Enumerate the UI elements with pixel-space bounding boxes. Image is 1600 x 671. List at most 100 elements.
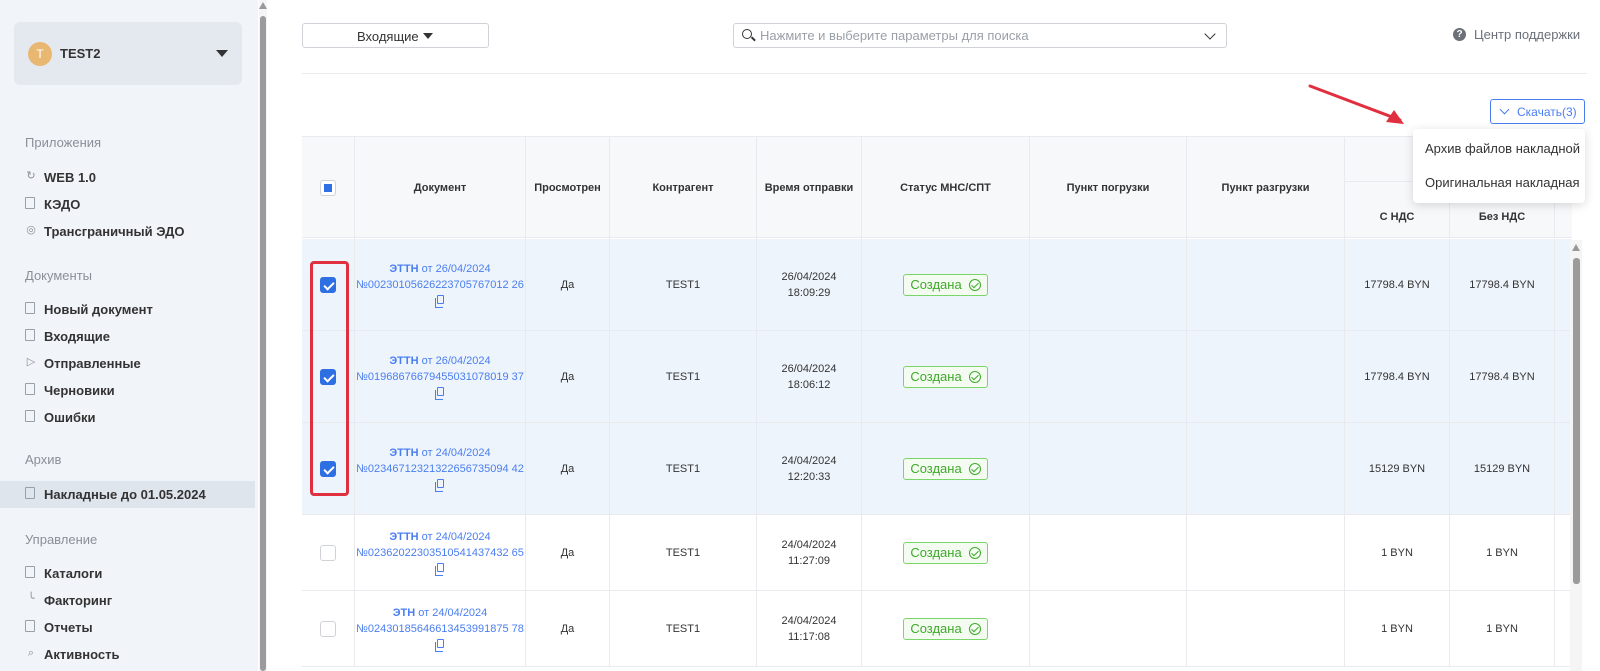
sent-time: 18:09:29 [787, 286, 831, 299]
search-input[interactable] [760, 27, 1180, 44]
sent-time-cell: 24/04/2024 12:20:33 [757, 423, 862, 514]
header-loading-point[interactable]: Пункт погрузки [1030, 137, 1187, 239]
loading-point-cell [1030, 331, 1187, 422]
caret-down-icon[interactable] [216, 50, 228, 57]
scroll-up-arrow-icon[interactable] [259, 2, 267, 9]
sidebar: T TEST2 Приложения ↻ WEB 1.0 КЭДО ◎ Тран… [0, 0, 258, 671]
table-row[interactable]: ЭТТН от 26/04/2024 №019686766794550310780… [302, 331, 1572, 423]
unloading-point-cell [1187, 331, 1345, 422]
sidebar-item-reports[interactable]: Отчеты [0, 614, 255, 641]
sidebar-item-inbox[interactable]: Входящие [0, 323, 255, 350]
download-menu: Архив файлов накладной Оригинальная накл… [1413, 129, 1585, 203]
folder-select[interactable]: Входящие [302, 23, 489, 48]
loading-point-cell [1030, 239, 1187, 330]
sidebar-item-web[interactable]: ↻ WEB 1.0 [0, 164, 255, 191]
document-type-link[interactable]: ЭТН [393, 607, 416, 619]
copy-icon[interactable] [434, 478, 444, 492]
header-status[interactable]: Статус МНС/СПТ [862, 137, 1030, 239]
account-switcher[interactable]: T TEST2 [14, 22, 242, 85]
table-row[interactable]: ЭТН от 24/04/2024 №0243018564661345399187… [302, 591, 1572, 667]
row-checkbox[interactable] [320, 620, 336, 637]
without-vat-cell: 1 BYN [1450, 515, 1555, 590]
document-type-link[interactable]: ЭТТН [389, 355, 418, 367]
help-icon: ? [1453, 28, 1466, 41]
sidebar-item-new-document[interactable]: Новый документ [0, 296, 255, 323]
table-row[interactable]: ЭТТН от 24/04/2024 №023467123213226567350… [302, 423, 1572, 515]
status-cell: Создана [862, 239, 1030, 330]
row-checkbox[interactable] [320, 544, 336, 561]
sidebar-item-archive-invoices[interactable]: Накладные до 01.05.2024 [0, 481, 255, 508]
header-document[interactable]: Документ [355, 137, 526, 239]
document-number-link[interactable]: №02362022303510541437432 65 [356, 547, 524, 559]
document-number-link[interactable]: №01968676679455031078019 37 [356, 371, 524, 383]
table-row[interactable]: ЭТТН от 26/04/2024 №002301056262237057670… [302, 239, 1572, 331]
row-select-cell [302, 591, 355, 666]
with-vat-cell: 17798.4 BYN [1345, 239, 1450, 330]
inbox-icon [25, 329, 35, 341]
document-date: от 26/04/2024 [421, 262, 491, 275]
table-scrollbar-thumb[interactable] [1573, 258, 1580, 584]
document-cell: ЭТТН от 24/04/2024 №023467123213226567350… [355, 423, 526, 514]
select-all-checkbox[interactable] [320, 180, 336, 196]
section-title-documents: Документы [25, 268, 93, 283]
check-circle-icon [968, 370, 981, 383]
menu-item-original-invoice[interactable]: Оригинальная накладная [1425, 175, 1580, 190]
sidebar-item-errors[interactable]: Ошибки [0, 404, 255, 431]
without-vat-cell: 17798.4 BYN [1450, 239, 1555, 330]
document-number-link[interactable]: №02430185646613453991875 78 [356, 623, 524, 635]
scroll-up-arrow-icon[interactable] [1572, 244, 1580, 251]
search-box[interactable] [733, 23, 1227, 48]
without-vat-cell: 1 BYN [1450, 591, 1555, 666]
header-select-all [302, 137, 355, 239]
unloading-point-cell [1187, 591, 1345, 666]
document-number-link[interactable]: №02346712321322656735094 42 [356, 463, 524, 475]
search-icon [742, 29, 752, 39]
header-viewed[interactable]: Просмотрен [526, 137, 610, 239]
sidebar-item-drafts[interactable]: Черновики [0, 377, 255, 404]
sidebar-scrollbar-thumb[interactable] [260, 16, 266, 671]
header-sent-time[interactable]: Время отправки [757, 137, 862, 239]
caret-down-icon [423, 33, 433, 39]
sent-date: 24/04/2024 [781, 454, 837, 467]
viewed-cell: Да [526, 239, 610, 330]
sidebar-item-kedo[interactable]: КЭДО [0, 191, 255, 218]
check-circle-icon [968, 462, 981, 475]
sent-time: 18:06:12 [787, 378, 831, 391]
unloading-point-cell [1187, 239, 1345, 330]
download-button[interactable]: Скачать(3) [1490, 99, 1585, 124]
sidebar-item-factoring[interactable]: ╰ Факторинг [0, 587, 255, 614]
selection-highlight [310, 261, 349, 496]
copy-icon[interactable] [434, 562, 444, 576]
header-counterparty[interactable]: Контрагент [610, 137, 757, 239]
report-icon [25, 620, 35, 632]
sidebar-item-label: Накладные до 01.05.2024 [44, 487, 206, 502]
document-date: от 24/04/2024 [421, 446, 491, 459]
copy-icon[interactable] [434, 386, 444, 400]
sent-time-cell: 26/04/2024 18:09:29 [757, 239, 862, 330]
document-type-link[interactable]: ЭТТН [389, 531, 418, 543]
sidebar-item-crossborder[interactable]: ◎ Трансграничный ЭДО [0, 218, 255, 245]
sent-time: 11:17:08 [787, 630, 830, 643]
error-document-icon [25, 410, 35, 422]
sent-time: 12:20:33 [787, 470, 831, 483]
document-type-link[interactable]: ЭТТН [389, 447, 418, 459]
status-cell: Создана [862, 591, 1030, 666]
menu-item-archive-files[interactable]: Архив файлов накладной [1425, 141, 1580, 156]
status-label: Создана [910, 621, 962, 636]
status-badge: Создана [903, 617, 988, 640]
document-cell: ЭТТН от 26/04/2024 №002301056262237057670… [355, 239, 526, 330]
with-vat-cell: 1 BYN [1345, 591, 1450, 666]
copy-icon[interactable] [434, 638, 444, 652]
document-number-link[interactable]: №00230105626223705767012 26 [356, 279, 524, 291]
counterparty-cell: TEST1 [610, 515, 757, 590]
chevron-down-icon[interactable] [1204, 28, 1216, 40]
table-row[interactable]: ЭТТН от 24/04/2024 №023620223035105414374… [302, 515, 1572, 591]
header-unloading-point[interactable]: Пункт разгрузки [1187, 137, 1345, 239]
sidebar-item-catalogs[interactable]: Каталоги [0, 560, 255, 587]
draft-icon [25, 383, 35, 395]
section-title-archive: Архив [25, 452, 62, 467]
copy-icon[interactable] [434, 294, 444, 308]
sidebar-item-activity[interactable]: ⌕ Активность [0, 641, 255, 668]
document-type-link[interactable]: ЭТТН [389, 263, 418, 275]
sidebar-item-sent[interactable]: ▷ Отправленные [0, 350, 255, 377]
